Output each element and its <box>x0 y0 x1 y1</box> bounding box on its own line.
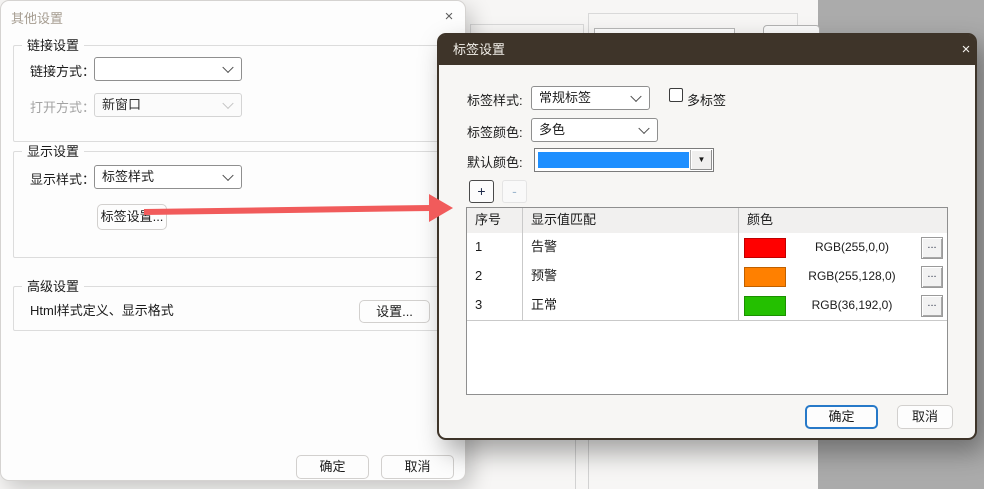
column-header-color[interactable]: 颜色 <box>739 208 947 233</box>
column-header-no[interactable]: 序号 <box>467 208 523 233</box>
add-row-button[interactable]: + <box>469 180 494 203</box>
advanced-settings-button[interactable]: 设置... <box>359 300 430 323</box>
cell-no: 3 <box>467 291 523 320</box>
tag-color-label: 标签颜色: <box>467 122 523 141</box>
display-style-value: 标签样式 <box>102 169 154 184</box>
column-header-match[interactable]: 显示值匹配 <box>523 208 739 233</box>
advanced-description: Html样式定义、显示格式 <box>30 300 174 319</box>
group-title: 显示设置 <box>22 144 84 159</box>
group-title: 高级设置 <box>22 279 84 294</box>
chevron-down-icon <box>222 62 233 73</box>
cell-color: RGB(255,128,0) ... <box>739 262 947 291</box>
chevron-down-icon <box>222 98 233 109</box>
display-style-label: 显示样式： <box>30 169 95 188</box>
tag-style-value: 常规标签 <box>539 90 591 105</box>
pick-color-button[interactable]: ... <box>921 295 943 317</box>
other-settings-dialog: 其他设置 × 链接设置 链接方式： 打开方式： 新窗口 显示设置 显示样式： 标… <box>0 0 466 481</box>
link-settings-group: 链接设置 链接方式： 打开方式： 新窗口 <box>13 45 454 142</box>
pick-color-button[interactable]: ... <box>921 237 943 259</box>
cancel-button[interactable]: 取消 <box>381 455 454 479</box>
chevron-down-icon <box>638 123 649 134</box>
cell-no: 2 <box>467 262 523 291</box>
chevron-down-icon <box>222 170 233 181</box>
open-mode-dropdown: 新窗口 <box>94 93 242 117</box>
rgb-value: RGB(255,0,0) <box>789 233 915 261</box>
ok-button[interactable]: 确定 <box>296 455 369 479</box>
cancel-button[interactable]: 取消 <box>897 405 953 429</box>
tag-color-dropdown[interactable]: 多色 <box>531 118 658 142</box>
cell-no: 1 <box>467 233 523 262</box>
open-mode-label: 打开方式： <box>30 97 95 116</box>
tag-color-value: 多色 <box>539 122 565 137</box>
default-color-swatch <box>538 152 689 168</box>
advanced-settings-group: 高级设置 Html样式定义、显示格式 设置... <box>13 286 454 331</box>
dialog-titlebar[interactable]: 标签设置 × <box>439 35 975 65</box>
pick-color-button[interactable]: ... <box>921 266 943 288</box>
multi-tag-checkbox[interactable] <box>669 88 683 102</box>
tag-style-dropdown[interactable]: 常规标签 <box>531 86 650 110</box>
default-color-combo[interactable] <box>534 148 714 172</box>
dropdown-arrow-icon[interactable] <box>690 150 712 170</box>
default-color-label: 默认颜色: <box>467 152 523 171</box>
color-swatch <box>744 238 786 258</box>
dialog-title: 标签设置 <box>453 35 505 65</box>
background-window-edge <box>575 440 576 489</box>
link-mode-label: 链接方式： <box>30 61 95 80</box>
cell-match: 正常 <box>523 291 739 320</box>
group-title: 链接设置 <box>22 38 84 53</box>
rgb-value: RGB(36,192,0) <box>789 291 915 319</box>
chevron-down-icon <box>630 91 641 102</box>
rgb-value: RGB(255,128,0) <box>789 262 915 290</box>
open-mode-value: 新窗口 <box>102 97 141 112</box>
background-window-edge <box>588 440 589 489</box>
tag-settings-dialog: 标签设置 × 标签样式: 常规标签 多标签 标签颜色: 多色 默认颜色: + -… <box>437 33 977 440</box>
color-match-table: 序号 显示值匹配 颜色 1 告警 RGB(255,0,0) ... 2 预警 R… <box>466 207 948 395</box>
cell-match: 告警 <box>523 233 739 262</box>
close-icon[interactable]: × <box>955 39 977 61</box>
table-header: 序号 显示值匹配 颜色 <box>467 208 947 234</box>
display-settings-group: 显示设置 显示样式： 标签样式 标签设置... <box>13 151 454 258</box>
cell-match: 预警 <box>523 262 739 291</box>
close-icon[interactable]: × <box>438 6 460 28</box>
table-row[interactable]: 3 正常 RGB(36,192,0) ... <box>467 291 947 321</box>
color-swatch <box>744 296 786 316</box>
dialog-title: 其他设置 <box>11 8 63 27</box>
cell-color: RGB(255,0,0) ... <box>739 233 947 262</box>
display-style-dropdown[interactable]: 标签样式 <box>94 165 242 189</box>
tag-settings-button[interactable]: 标签设置... <box>97 204 167 230</box>
multi-tag-label: 多标签 <box>687 90 726 109</box>
remove-row-button[interactable]: - <box>502 180 527 203</box>
table-row[interactable]: 1 告警 RGB(255,0,0) ... <box>467 233 947 263</box>
link-mode-dropdown[interactable] <box>94 57 242 81</box>
tag-style-label: 标签样式: <box>467 90 523 109</box>
screen: 其他设置 × 链接设置 链接方式： 打开方式： 新窗口 显示设置 显示样式： 标… <box>0 0 984 489</box>
ok-button[interactable]: 确定 <box>805 405 878 429</box>
table-row[interactable]: 2 预警 RGB(255,128,0) ... <box>467 262 947 292</box>
color-swatch <box>744 267 786 287</box>
cell-color: RGB(36,192,0) ... <box>739 291 947 320</box>
